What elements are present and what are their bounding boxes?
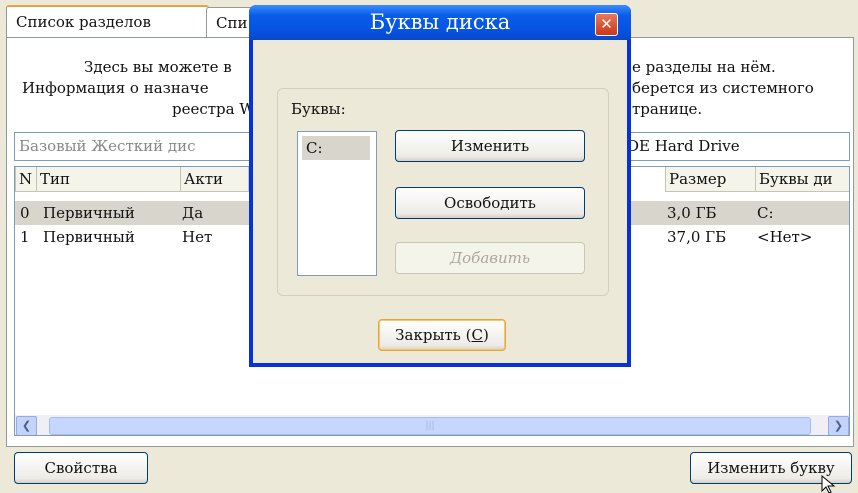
mouse-cursor-icon — [821, 475, 836, 493]
column-header-n[interactable]: N — [15, 167, 37, 192]
properties-button[interactable]: Свойства — [14, 452, 148, 484]
letters-group-label: Буквы: — [291, 100, 346, 118]
disk-model: DE Hard Drive — [627, 137, 740, 155]
disk-name: Базовый Жесткий дис — [19, 137, 196, 155]
cell-type: Первичный — [43, 228, 135, 246]
cell-letters: C: — [757, 204, 774, 222]
letters-listbox[interactable]: C: — [297, 131, 377, 276]
cell-n: 1 — [20, 228, 30, 246]
cell-n: 0 — [20, 204, 30, 222]
description-line-3-right: транице. — [632, 100, 703, 118]
column-header-active[interactable]: Акти — [180, 167, 249, 192]
drive-letters-dialog: Буквы диска ✕ Буквы: C: Изменить Освобод… — [249, 5, 631, 367]
scroll-right-icon[interactable]: ❯ — [828, 416, 849, 435]
close-button[interactable]: Закрыть (C) — [378, 319, 506, 351]
cell-letters: <Нет> — [757, 228, 813, 246]
close-icon[interactable]: ✕ — [595, 13, 618, 36]
tab-partition-list[interactable]: Список разделов — [6, 5, 209, 40]
cell-size: 37,0 ГБ — [667, 228, 727, 246]
horizontal-scrollbar[interactable]: ❮ ||| ❯ — [15, 415, 849, 435]
column-header-letters[interactable]: Буквы ди — [755, 167, 849, 192]
scroll-thumb[interactable]: ||| — [49, 417, 811, 435]
close-button-suffix: ) — [482, 326, 489, 344]
close-button-hotkey: C — [471, 326, 483, 344]
description-line-1-right: е разделы на нём. — [632, 58, 776, 76]
dialog-title: Буквы диска — [369, 10, 511, 34]
description-line-2-left: Информация о назначе — [22, 79, 209, 97]
description-line-1-left: Здесь вы можете в — [84, 58, 232, 76]
release-button[interactable]: Освободить — [395, 187, 585, 219]
dialog-body: Буквы: C: Изменить Освободить Добавить З… — [253, 40, 627, 363]
add-button[interactable]: Добавить — [395, 242, 585, 274]
close-button-label: Закрыть ( — [395, 326, 472, 344]
dialog-titlebar[interactable]: Буквы диска ✕ — [249, 5, 631, 40]
cell-active: Да — [182, 204, 204, 222]
cell-active: Нет — [182, 228, 213, 246]
cell-size: 3,0 ГБ — [667, 204, 717, 222]
list-item[interactable]: C: — [302, 136, 370, 160]
description-line-3-left: реестра W — [172, 100, 255, 118]
column-header-type[interactable]: Тип — [36, 167, 181, 192]
column-header-size[interactable]: Размер — [665, 167, 756, 192]
scroll-left-icon[interactable]: ❮ — [16, 416, 37, 435]
description-line-2-right: берется из системного — [632, 79, 814, 97]
change-button[interactable]: Изменить — [395, 130, 585, 162]
cell-type: Первичный — [43, 204, 135, 222]
